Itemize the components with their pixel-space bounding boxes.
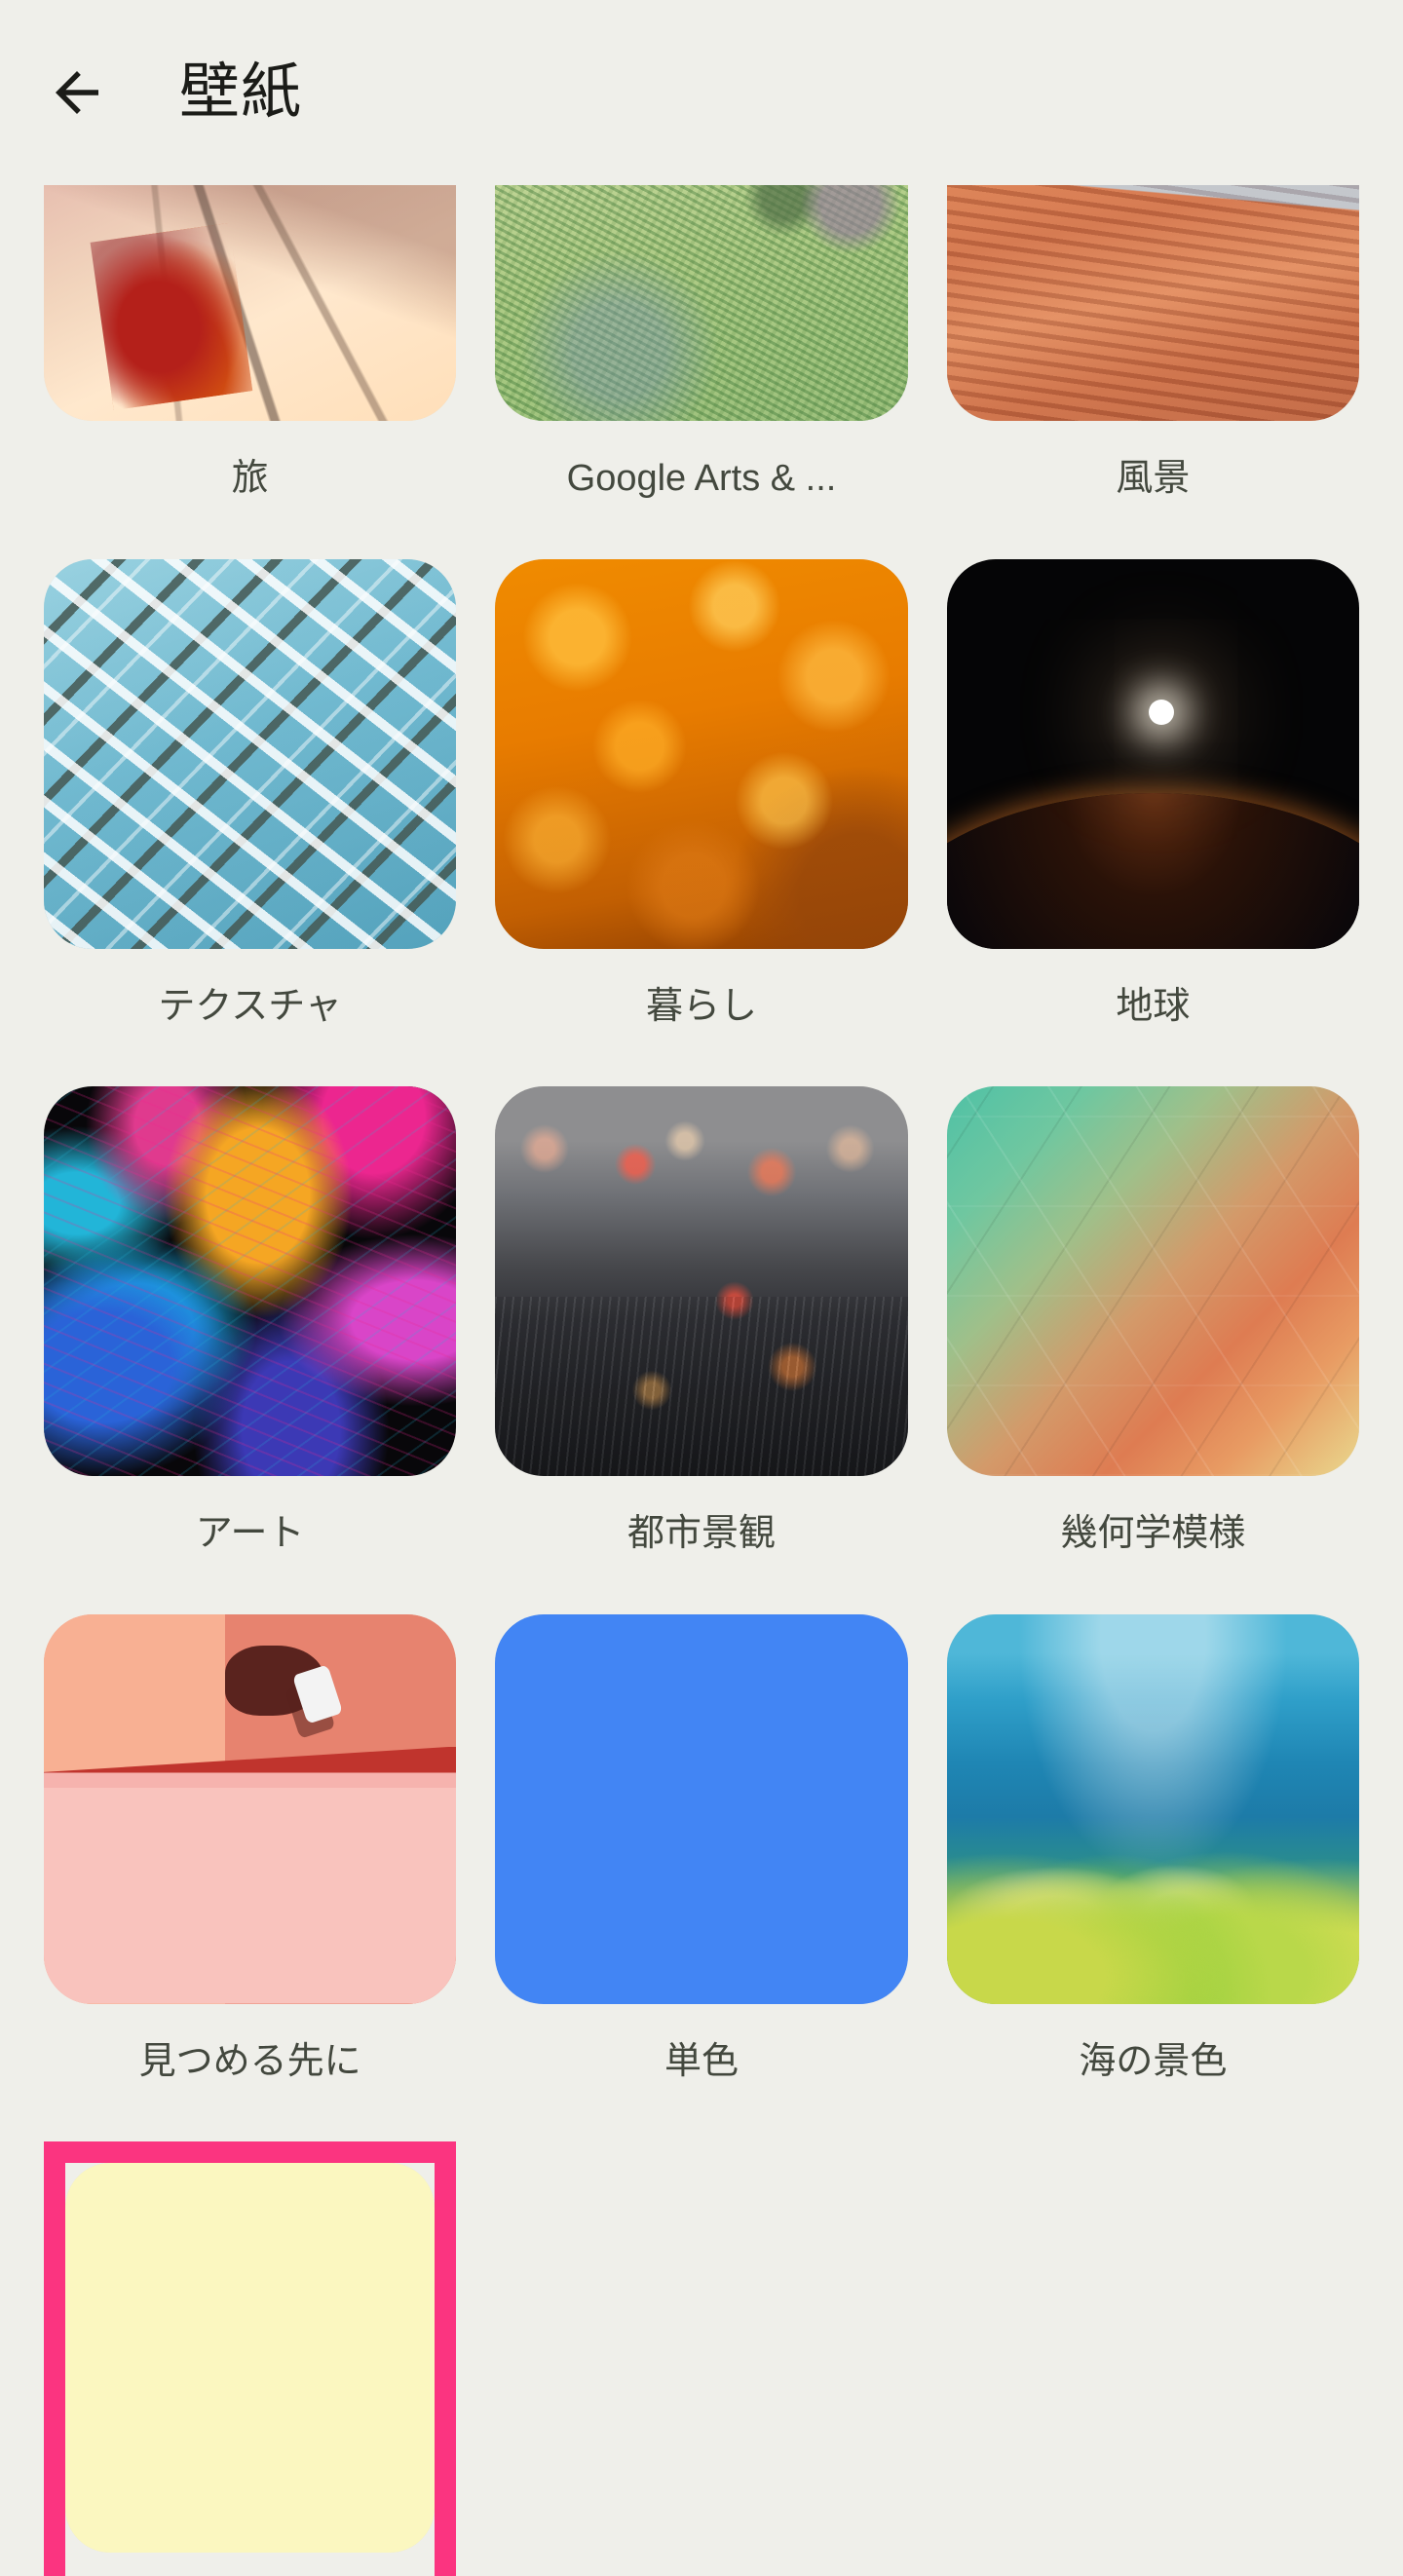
category-label: 旅 (231, 458, 269, 499)
category-thumbnail[interactable] (44, 1086, 457, 1476)
wallpaper-picker-screen: 壁紙 旅 Google Arts & ... 風景 テクスチャ 暮らし 地球 ア… (0, 0, 1403, 2576)
category-label: 単色 (664, 2040, 739, 2082)
category-label: テクスチャ (158, 985, 342, 1027)
category-thumbnail[interactable] (946, 1613, 1359, 2004)
wallpaper-category-ocean[interactable]: 海の景色 (946, 1613, 1359, 2142)
category-thumbnail[interactable] (44, 185, 457, 421)
wallpaper-category-solid-color[interactable]: 単色 (495, 1613, 908, 2142)
category-label: 地球 (1116, 985, 1191, 1027)
wallpaper-category-landscape[interactable]: 風景 (946, 185, 1359, 559)
category-label: Google Arts & ... (566, 458, 837, 499)
category-label: 幾何学模様 (1060, 1513, 1246, 1554)
wallpaper-category-cityscape[interactable]: 都市景観 (495, 1086, 908, 1614)
category-thumbnail[interactable] (495, 1086, 908, 1476)
art-thumbnail-image (44, 1086, 457, 1476)
travel-thumbnail-image (44, 185, 457, 421)
wallpaper-category-travel[interactable]: 旅 (44, 185, 457, 559)
back-button[interactable] (23, 39, 131, 146)
category-thumbnail[interactable] (946, 185, 1359, 421)
ocean-thumbnail-image (946, 1613, 1359, 2004)
category-thumbnail[interactable] (946, 558, 1359, 949)
landscape-thumbnail-image (946, 185, 1359, 421)
wallpaper-category-life[interactable]: 暮らし (495, 558, 908, 1087)
gaze-thumbnail-image (44, 1613, 457, 2004)
wallpaper-category-gaze[interactable]: 見つめる先に (44, 1613, 457, 2142)
solid-color-thumbnail-image (495, 1613, 908, 2004)
wallpaper-category-geometric[interactable]: 幾何学模様 (946, 1086, 1359, 1614)
app-bar: 壁紙 (0, 0, 1403, 185)
category-thumbnail[interactable] (495, 558, 908, 949)
category-label: 都市景観 (626, 1513, 776, 1554)
wallpaper-category-art[interactable]: アート (44, 1086, 457, 1614)
cityscape-thumbnail-image (495, 1086, 908, 1476)
category-label: 海の景色 (1079, 2040, 1228, 2082)
texture-thumbnail-image (44, 558, 457, 949)
cup-shape (292, 1663, 344, 1724)
category-label: 暮らし (645, 985, 757, 1027)
wallpaper-category-grid: 旅 Google Arts & ... 風景 テクスチャ 暮らし 地球 アート … (0, 185, 1403, 2576)
category-thumbnail[interactable] (495, 185, 908, 421)
category-label: ライブ壁紙 (65, 2553, 435, 2576)
category-label: アート (195, 1513, 305, 1554)
cup-shape (109, 1847, 152, 1895)
wallpaper-category-texture[interactable]: テクスチャ (44, 558, 457, 1087)
category-label: 風景 (1116, 458, 1191, 499)
geometric-thumbnail-image (946, 1086, 1359, 1476)
wallpaper-category-earth[interactable]: 地球 (946, 558, 1359, 1087)
category-thumbnail[interactable] (946, 1086, 1359, 1476)
arrow-left-icon (45, 60, 109, 125)
wallpaper-category-live-wallpaper[interactable]: ライブ壁紙 (44, 2141, 457, 2576)
live-wallpaper-thumbnail-image (65, 2163, 436, 2553)
category-thumbnail[interactable] (495, 1613, 908, 2004)
cup-shape (244, 1903, 306, 1960)
category-thumbnail[interactable] (44, 558, 457, 949)
category-thumbnail[interactable] (65, 2163, 436, 2553)
google-arts-thumbnail-image (495, 185, 908, 421)
earth-thumbnail-image (946, 558, 1359, 949)
category-label: 見つめる先に (138, 2040, 361, 2082)
life-thumbnail-image (495, 558, 908, 949)
category-thumbnail[interactable] (44, 1613, 457, 2004)
page-title: 壁紙 (179, 58, 303, 126)
wallpaper-category-google-arts[interactable]: Google Arts & ... (495, 185, 908, 559)
